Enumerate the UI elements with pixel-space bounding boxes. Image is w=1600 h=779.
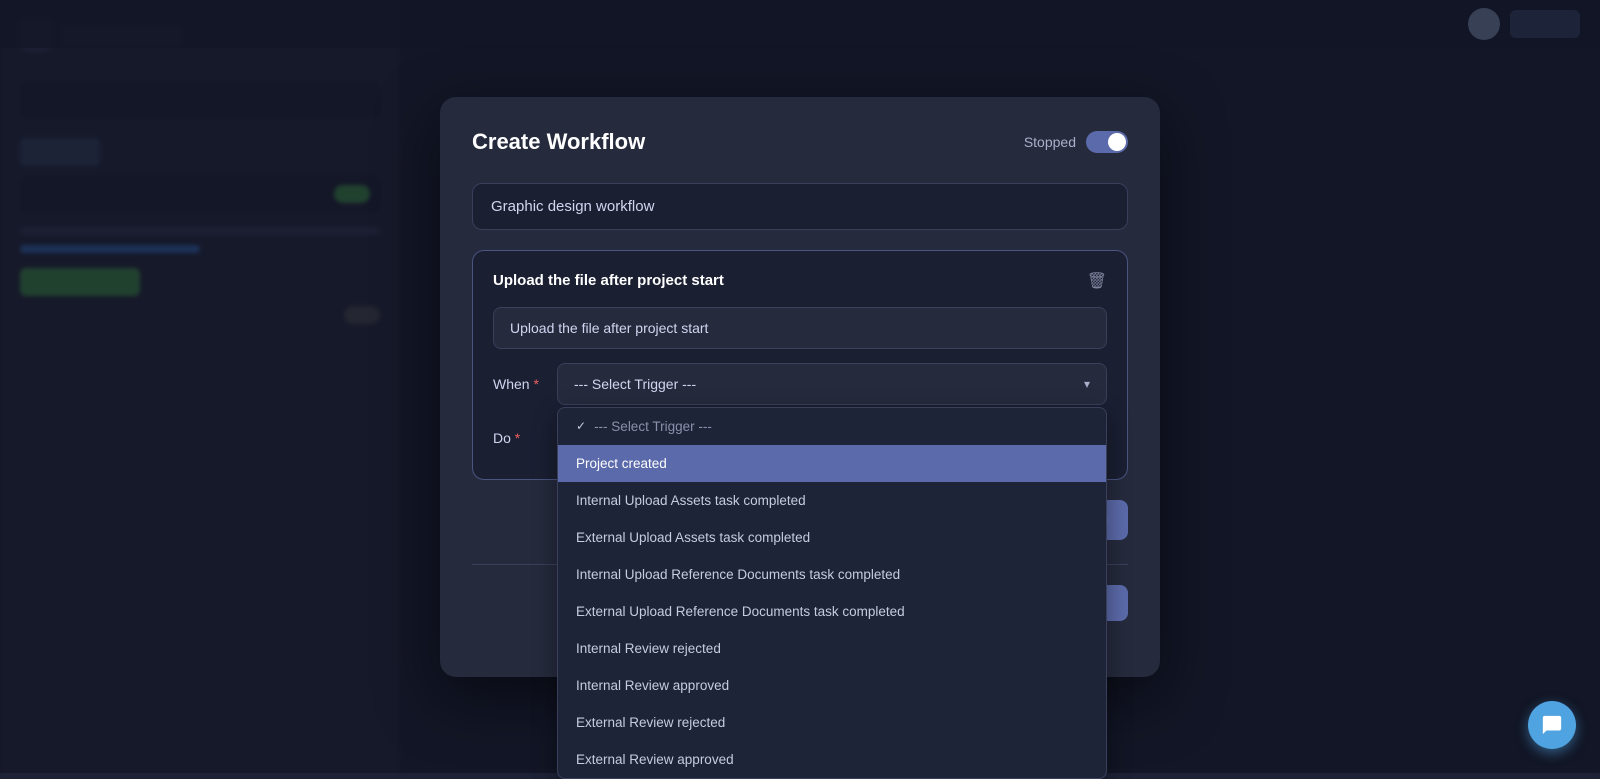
status-label: Stopped (1024, 134, 1076, 150)
dropdown-item-external-upload-ref[interactable]: External Upload Reference Documents task… (558, 593, 1106, 630)
delete-action-icon[interactable]: 🗑 (1087, 271, 1107, 291)
trigger-select-text: --- Select Trigger --- (574, 376, 696, 392)
dropdown-item-internal-upload-ref[interactable]: Internal Upload Reference Documents task… (558, 556, 1106, 593)
action-card-header: Upload the file after project start 🗑 (493, 271, 1107, 291)
dropdown-item-external-upload-assets[interactable]: External Upload Assets task completed (558, 519, 1106, 556)
status-toggle[interactable] (1086, 131, 1128, 153)
action-card: Upload the file after project start 🗑 Wh… (472, 250, 1128, 480)
dropdown-item-label: External Upload Assets task completed (576, 530, 810, 545)
workflow-name-input[interactable] (472, 183, 1128, 230)
dropdown-item-internal-review-rejected[interactable]: Internal Review rejected (558, 630, 1106, 667)
trigger-dropdown: ✓ --- Select Trigger --- Project created… (557, 407, 1107, 779)
modal-title: Create Workflow (472, 129, 645, 155)
chat-icon (1541, 714, 1563, 736)
modal-header: Create Workflow Stopped (472, 129, 1128, 155)
dropdown-item-project-created[interactable]: Project created (558, 445, 1106, 482)
create-workflow-modal: Create Workflow Stopped Upload the file … (440, 97, 1160, 677)
do-label: Do * (493, 430, 543, 446)
dropdown-placeholder-item[interactable]: ✓ --- Select Trigger --- (558, 408, 1106, 445)
dropdown-item-label: Project created (576, 456, 667, 471)
dropdown-item-external-review-rejected[interactable]: External Review rejected (558, 704, 1106, 741)
dropdown-item-label: External Review approved (576, 752, 734, 767)
chevron-down-icon: ▾ (1084, 377, 1090, 391)
when-label: When * (493, 376, 543, 392)
trigger-select[interactable]: --- Select Trigger --- ▾ (557, 363, 1107, 405)
chat-bubble-button[interactable] (1528, 701, 1576, 749)
action-card-title: Upload the file after project start (493, 272, 724, 289)
dropdown-item-internal-review-approved[interactable]: Internal Review approved (558, 667, 1106, 704)
dropdown-item-label: Internal Review rejected (576, 641, 721, 656)
when-row: When * --- Select Trigger --- ▾ ✓ --- Se… (493, 363, 1107, 405)
dropdown-item-label: Internal Review approved (576, 678, 729, 693)
modal-status: Stopped (1024, 131, 1128, 153)
check-icon: ✓ (576, 419, 586, 433)
dropdown-item-label: Internal Upload Reference Documents task… (576, 567, 900, 582)
dropdown-item-label: Internal Upload Assets task completed (576, 493, 806, 508)
modal-overlay: Create Workflow Stopped Upload the file … (0, 0, 1600, 773)
action-name-input[interactable] (493, 307, 1107, 349)
dropdown-item-internal-upload-assets[interactable]: Internal Upload Assets task completed (558, 482, 1106, 519)
dropdown-item-external-review-approved[interactable]: External Review approved (558, 741, 1106, 778)
dropdown-item-label: External Upload Reference Documents task… (576, 604, 905, 619)
dropdown-item-label: External Review rejected (576, 715, 725, 730)
dropdown-item-label: --- Select Trigger --- (594, 419, 712, 434)
